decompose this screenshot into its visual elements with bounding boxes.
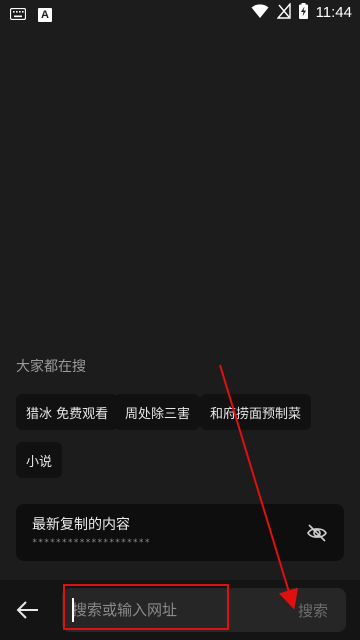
battery-charging-icon <box>298 3 308 23</box>
trending-chip[interactable]: 周处除三害 <box>115 394 201 430</box>
text-caret <box>72 598 74 622</box>
search-button[interactable]: 搜索 <box>298 600 328 621</box>
search-input[interactable] <box>72 596 272 624</box>
signal-no-sim-icon <box>276 2 291 23</box>
status-time: 11:44 <box>315 4 352 21</box>
trending-chip[interactable]: 猎冰 免费观看 <box>16 394 119 430</box>
trending-chip[interactable]: 和府捞面预制菜 <box>200 394 312 430</box>
keyboard-icon <box>9 5 27 24</box>
status-bar: A 11:44 <box>0 0 360 26</box>
eye-off-icon[interactable] <box>306 522 328 544</box>
wifi-icon <box>251 3 269 23</box>
browser-search-screen: A 11:44 大家都在搜 猎冰 免费观看 周处除三害 和府捞面预制菜 小说 最… <box>0 0 360 640</box>
trending-chip[interactable]: 小说 <box>16 442 63 478</box>
search-box[interactable]: 搜索 <box>62 588 346 632</box>
bottom-bar: 搜索 <box>0 580 360 640</box>
font-badge-icon: A <box>38 7 52 22</box>
clipboard-masked-text: ******************** <box>32 538 151 548</box>
status-bar-right: 11:44 <box>251 2 352 23</box>
clipboard-title: 最新复制的内容 <box>32 517 130 533</box>
trending-title: 大家都在搜 <box>16 359 86 375</box>
clipboard-card[interactable]: 最新复制的内容 ******************** <box>16 504 344 561</box>
status-bar-left: A <box>9 5 52 24</box>
arrow-left-icon[interactable] <box>14 596 42 624</box>
